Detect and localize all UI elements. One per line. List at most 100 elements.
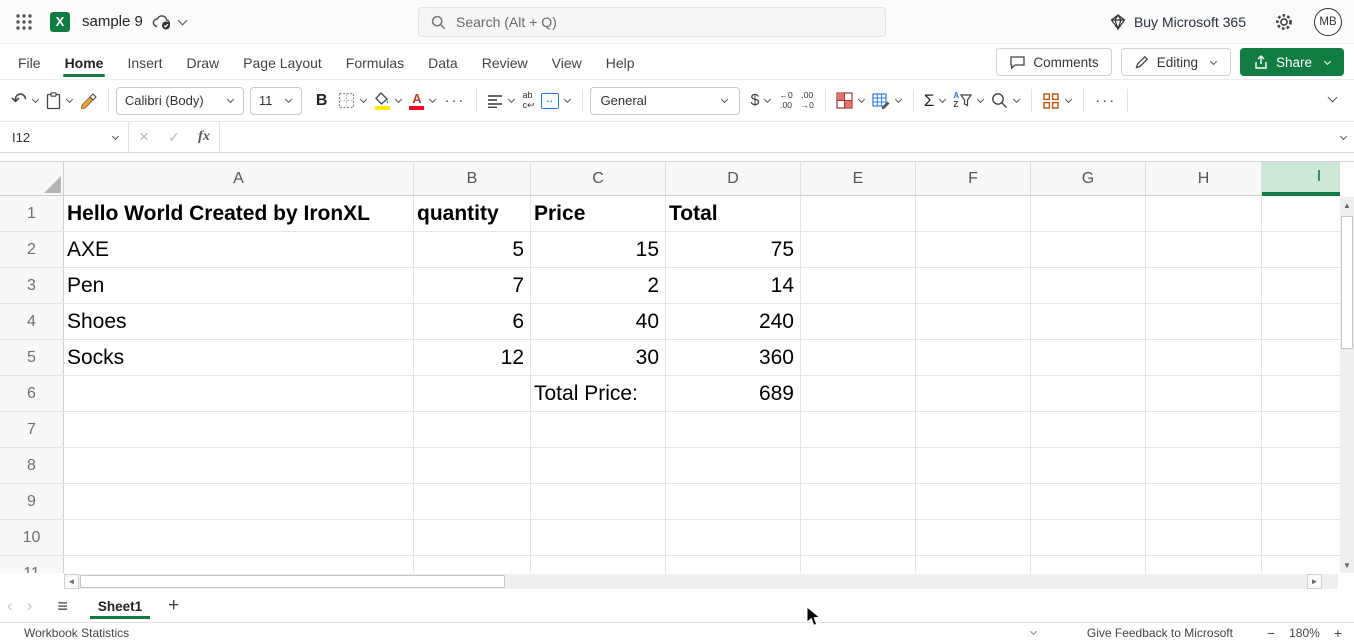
add-sheet-button[interactable]: + [168,595,179,617]
cell-H3[interactable] [1146,268,1262,303]
tab-help[interactable]: Help [594,47,647,77]
merge-cells-button[interactable]: ↔ [538,89,575,113]
comments-button[interactable]: Comments [996,48,1111,76]
cell-E1[interactable] [801,196,916,231]
cell-H7[interactable] [1146,412,1262,447]
cell-C6[interactable]: Total Price: [531,376,666,411]
tab-draw[interactable]: Draw [174,47,231,77]
status-chevron-down-icon[interactable] [1030,628,1037,635]
tab-home[interactable]: Home [53,47,116,77]
workbook-statistics-button[interactable]: Workbook Statistics [24,626,129,640]
row-header-4[interactable]: 4 [0,304,64,339]
column-header-A[interactable]: A [64,162,414,196]
cell-E9[interactable] [801,484,916,519]
cell-G8[interactable] [1031,448,1146,483]
cell-F4[interactable] [916,304,1031,339]
cell-I11[interactable] [1262,556,1340,573]
conditional-formatting-button[interactable] [833,88,869,113]
cell-C11[interactable] [531,556,666,573]
row-header-3[interactable]: 3 [0,268,64,303]
column-header-C[interactable]: C [531,162,666,196]
cell-F5[interactable] [916,340,1031,375]
share-button[interactable]: Share [1240,48,1344,76]
cell-I1[interactable] [1262,196,1340,231]
cell-A9[interactable] [64,484,414,519]
column-header-G[interactable]: G [1031,162,1146,196]
tab-review[interactable]: Review [470,47,540,77]
cell-C9[interactable] [531,484,666,519]
cell-A1[interactable]: Hello World Created by IronXL [64,196,414,231]
cell-F2[interactable] [916,232,1031,267]
editing-mode-button[interactable]: Editing [1121,48,1231,76]
cell-H6[interactable] [1146,376,1262,411]
cell-D7[interactable] [666,412,801,447]
row-header-5[interactable]: 5 [0,340,64,375]
cell-B7[interactable] [414,412,531,447]
column-header-E[interactable]: E [801,162,916,196]
cell-A10[interactable] [64,520,414,555]
cell-E7[interactable] [801,412,916,447]
cell-B9[interactable] [414,484,531,519]
cell-H11[interactable] [1146,556,1262,573]
column-header-H[interactable]: H [1146,162,1262,196]
font-color-button[interactable]: A [406,88,440,114]
cell-G1[interactable] [1031,196,1146,231]
search-input[interactable]: Search (Alt + Q) [418,7,886,37]
cell-F8[interactable] [916,448,1031,483]
cell-E5[interactable] [801,340,916,375]
cell-D9[interactable] [666,484,801,519]
document-title[interactable]: sample 9 [82,13,143,30]
decrease-decimal-button[interactable]: .00→0 [797,89,818,113]
tab-formulas[interactable]: Formulas [334,47,416,77]
cell-E8[interactable] [801,448,916,483]
row-header-8[interactable]: 8 [0,448,64,483]
cell-F3[interactable] [916,268,1031,303]
sheet-list-menu-icon[interactable]: ≡ [47,596,78,617]
cell-C2[interactable]: 15 [531,232,666,267]
name-box[interactable]: I12 [0,122,128,152]
cell-G7[interactable] [1031,412,1146,447]
cell-D2[interactable]: 75 [666,232,801,267]
title-chevron-down-icon[interactable] [177,16,187,26]
cell-G3[interactable] [1031,268,1146,303]
cell-H2[interactable] [1146,232,1262,267]
sheet-tab-sheet1[interactable]: Sheet1 [90,593,150,619]
cell-B11[interactable] [414,556,531,573]
cell-H1[interactable] [1146,196,1262,231]
cell-C3[interactable]: 2 [531,268,666,303]
cell-I4[interactable] [1262,304,1340,339]
row-header-2[interactable]: 2 [0,232,64,267]
cell-G5[interactable] [1031,340,1146,375]
cell-G11[interactable] [1031,556,1146,573]
cell-H10[interactable] [1146,520,1262,555]
settings-gear-icon[interactable] [1274,12,1294,32]
cell-G9[interactable] [1031,484,1146,519]
cell-B10[interactable] [414,520,531,555]
cell-E6[interactable] [801,376,916,411]
autosum-button[interactable]: Σ [921,91,951,111]
cell-D11[interactable] [666,556,801,573]
cell-I10[interactable] [1262,520,1340,555]
cells-button[interactable] [1039,88,1076,114]
enter-button[interactable]: ✓ [159,129,189,146]
zoom-in-button[interactable]: + [1334,625,1342,641]
toolbar-more-button[interactable]: ··· [1091,92,1120,109]
cell-I6[interactable] [1262,376,1340,411]
font-group-more-button[interactable]: ··· [440,92,469,109]
cell-F1[interactable] [916,196,1031,231]
cell-C10[interactable] [531,520,666,555]
buy-microsoft-365-button[interactable]: Buy Microsoft 365 [1109,13,1246,31]
cell-E11[interactable] [801,556,916,573]
cell-I8[interactable] [1262,448,1340,483]
cell-I7[interactable] [1262,412,1340,447]
cell-E3[interactable] [801,268,916,303]
cell-H8[interactable] [1146,448,1262,483]
cell-B4[interactable]: 6 [414,304,531,339]
tab-data[interactable]: Data [416,47,470,77]
column-header-I[interactable]: I [1262,162,1340,196]
cell-D3[interactable]: 14 [666,268,801,303]
cell-A3[interactable]: Pen [64,268,414,303]
cell-A4[interactable]: Shoes [64,304,414,339]
borders-button[interactable] [335,88,371,113]
format-as-table-button[interactable] [869,88,906,113]
